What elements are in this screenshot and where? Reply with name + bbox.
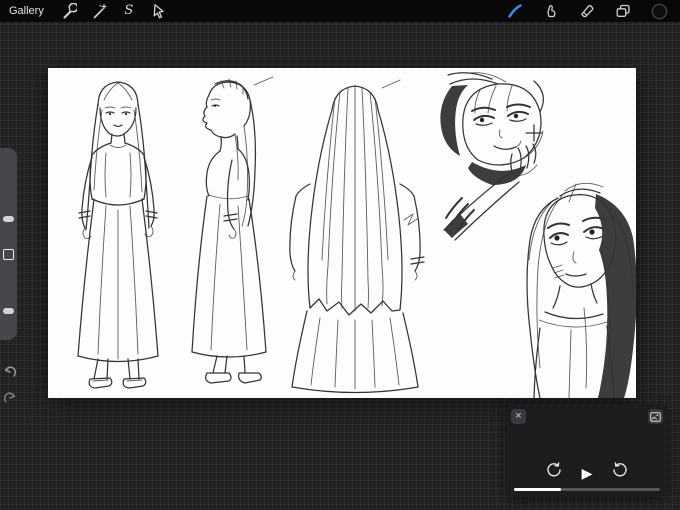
sketch-side-view — [191, 76, 274, 384]
brush-stroke-icon — [508, 4, 522, 18]
procreate-workspace: Gallery S × ▶ — [0, 0, 680, 510]
sketch-portrait-serious — [526, 182, 636, 398]
layers-button[interactable] — [608, 0, 638, 22]
erase-button[interactable] — [572, 0, 602, 22]
smudge-finger-icon — [547, 5, 556, 18]
actions-button[interactable] — [54, 0, 84, 22]
opacity-slider[interactable] — [3, 308, 14, 314]
color-button[interactable] — [644, 0, 674, 22]
modify-button[interactable] — [3, 249, 14, 260]
brush-sidebar — [0, 148, 17, 340]
s-letter-glyph: S — [124, 3, 134, 18]
undo-button[interactable] — [1, 362, 19, 380]
transform-button[interactable] — [144, 0, 174, 22]
sketch-back-view — [289, 79, 425, 394]
brush-size-slider[interactable] — [3, 216, 14, 222]
video-playback-panel: × ▶ — [506, 404, 668, 497]
top-toolbar: Gallery S — [0, 0, 680, 22]
replay-back-icon — [546, 462, 561, 477]
gallery-button[interactable]: Gallery — [0, 0, 54, 22]
redo-arrow-icon — [3, 392, 16, 403]
replay-back-button[interactable] — [546, 462, 562, 483]
color-swatch-circle — [651, 3, 667, 19]
paint-tools-group — [500, 0, 680, 22]
eraser-icon — [581, 4, 594, 18]
playback-controls: ▶ — [506, 462, 668, 483]
redo-button[interactable] — [1, 388, 19, 406]
magic-wand-icon — [93, 3, 107, 19]
video-progress-fill — [514, 488, 561, 491]
wrench-icon — [63, 3, 77, 19]
photo-export-icon — [650, 411, 661, 422]
photo-export-button[interactable] — [648, 409, 663, 424]
layers-icon — [616, 4, 630, 17]
adjustments-button[interactable] — [84, 0, 114, 22]
paint-button[interactable] — [500, 0, 530, 22]
smudge-button[interactable] — [536, 0, 566, 22]
selection-button[interactable]: S — [114, 0, 144, 22]
character-sketch-artwork — [77, 72, 636, 398]
sketch-portrait-smirk — [440, 72, 544, 241]
play-button[interactable]: ▶ — [582, 465, 593, 481]
undo-arrow-icon — [4, 366, 17, 377]
replay-forward-icon — [613, 462, 628, 477]
video-progress-bar[interactable] — [514, 488, 660, 491]
drawing-canvas[interactable] — [48, 68, 636, 398]
replay-forward-button[interactable] — [612, 462, 628, 483]
cursor-arrow-icon — [153, 4, 164, 19]
sketch-front-view — [77, 81, 159, 389]
close-button[interactable]: × — [511, 409, 526, 424]
